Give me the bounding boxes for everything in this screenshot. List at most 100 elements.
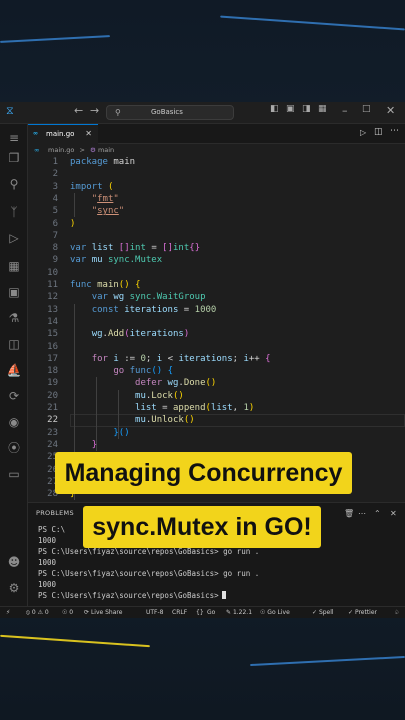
language-braces-status[interactable]: {} [196,607,204,618]
close-icon[interactable]: ✕ [386,104,395,117]
explorer-icon[interactable]: ❐ [6,150,22,166]
source-control-icon[interactable]: ᛉ [6,204,22,220]
close-panel-icon[interactable]: ✕ [390,509,397,518]
line-number: 9 [52,255,58,266]
symbol-icon: ⚙ [90,146,96,154]
code-line: var list []int = []int{} [70,243,201,254]
comments-icon[interactable]: ▭ [6,466,22,482]
activity-bar: ≡ ❐ ⚲ ᛉ ▷ ▦ ▣ ⚗ ◫ ⛵ ⟳ ◉ ⦿ ▭ ☻ ⚙ [0,124,28,606]
live-share-icon[interactable]: ⟳ [6,388,22,404]
line-number: 2 [52,169,58,180]
decorative-line [0,35,110,43]
testing-icon[interactable]: ⚗ [6,310,22,326]
docker-icon[interactable]: ⛵ [6,362,22,378]
remote-indicator-icon[interactable]: ⚡ [6,607,10,618]
code-line: ) [70,218,76,229]
status-bar: ⚡ ⦸ 0 ⚠ 0 ☉ 0 ⟳ Live Share UTF-8 CRLF {}… [0,606,405,618]
live-share-status[interactable]: ⟳ Live Share [84,607,122,618]
go-file-icon: ∞ [33,130,38,137]
breadcrumb: ∞ main.go > ⚙ main [28,144,405,156]
notifications-bell-icon[interactable]: ♤ [394,607,399,618]
panel-tab-problems[interactable]: PROBLEMS [36,509,74,517]
line-number: 17 [47,353,58,364]
terminal-line: 1000 [38,580,57,589]
line-number: 23 [47,427,58,438]
breadcrumb-separator: > [79,146,85,154]
forward-arrow-icon[interactable]: → [90,104,99,117]
more-icon[interactable]: ⋯ [358,509,366,518]
maximize-icon[interactable]: □ [362,104,371,114]
spell-status[interactable]: ✓ Spell [312,607,334,618]
code-editor[interactable]: 1 2 3 4 5 6 7 8 9 10 11 12 13 14 15 16 17 18 19 20 21 22 23 24 2… [28,156,405,502]
settings-gear-icon[interactable]: ⚙ [6,580,22,596]
maximize-panel-icon[interactable]: ⌃ [374,509,381,518]
line-number: 22 [47,415,58,426]
command-center-label: GoBasics [151,108,183,116]
language-status[interactable]: Go [207,607,215,618]
terminal-line: 1000 [38,536,57,545]
code-line: list = append(list, 1) [135,403,255,413]
decorative-line [220,15,405,31]
code-line: import ( [70,181,114,192]
run-icon[interactable]: ▷ [360,128,366,137]
github-icon[interactable]: ◉ [6,414,22,430]
line-number: 1 [52,157,58,167]
line-number: 11 [47,280,58,290]
go-file-icon: ∞ [34,146,40,154]
terminal-line: PS C:\ [38,525,66,534]
tab-main-go[interactable]: ∞ main.go ✕ [28,124,98,144]
layout-secondary-icon[interactable]: ◨ [302,104,311,114]
line-number: 24 [47,439,58,450]
line-number: 10 [47,267,58,278]
title-bar: ⧖ ← → ⚲ GoBasics ◧ ▣ ◨ ▦ – □ ✕ [0,102,405,124]
command-center-search[interactable]: ⚲ GoBasics [106,105,234,120]
prettier-status[interactable]: ✓ Prettier [348,607,377,618]
close-tab-icon[interactable]: ✕ [85,125,92,143]
subtitle-banner: sync.Mutex in GO! [83,506,321,548]
line-number: 18 [47,366,58,377]
line-number: 4 [52,193,58,204]
breadcrumb-file[interactable]: main.go [48,146,74,154]
code-line: mu.Unlock() [135,415,195,426]
terminal-cursor [221,591,226,599]
code-line: wg.Add(iterations) [91,329,190,340]
containers-icon[interactable]: ◫ [6,336,22,352]
back-arrow-icon[interactable]: ← [74,104,83,117]
go-version-status[interactable]: ✎ 1.22.1 [226,607,252,618]
tab-bar: ∞ main.go ✕ ▷ ◫ ⋯ [28,124,405,144]
go-live-status[interactable]: ☉ Go Live [260,607,290,618]
encoding-status[interactable]: UTF-8 [146,607,164,618]
layout-panel-icon[interactable]: ▣ [286,104,295,114]
line-number: 27 [47,476,58,487]
layout-sidebar-icon[interactable]: ◧ [270,104,279,114]
code-line: var mu sync.Mutex [70,255,163,266]
layout-customize-icon[interactable]: ▦ [318,104,327,114]
breadcrumb-symbol[interactable]: main [98,146,114,154]
ports-status[interactable]: ☉ 0 [62,607,73,618]
accounts-icon[interactable]: ☻ [6,554,22,570]
code-line: "sync" [91,206,125,217]
title-banner: Managing Concurrency [55,452,352,494]
line-number: 8 [52,243,58,254]
eol-status[interactable]: CRLF [172,607,187,618]
minimize-icon[interactable]: – [342,104,348,117]
trash-icon[interactable]: 🗑 [344,509,354,518]
split-editor-icon[interactable]: ◫ [374,127,383,137]
code-line: defer wg.Done() [135,378,217,389]
line-number: 20 [47,390,58,401]
line-number: 19 [47,378,58,389]
search-icon: ⚲ [115,108,121,117]
line-number: 7 [52,230,58,241]
run-debug-icon[interactable]: ▷ [6,230,22,246]
search-icon[interactable]: ⚲ [6,176,22,192]
vscode-logo-icon: ⧖ [6,104,14,117]
line-number: 16 [47,341,58,352]
menu-icon[interactable]: ≡ [6,130,22,146]
problems-status[interactable]: ⦸ 0 ⚠ 0 [26,607,49,618]
extensions-icon[interactable]: ▦ [6,258,22,274]
line-number: 28 [47,489,58,500]
remote-explorer-icon[interactable]: ▣ [6,284,22,300]
line-number: 6 [52,218,58,229]
edge-icon[interactable]: ⦿ [6,440,22,456]
more-actions-icon[interactable]: ⋯ [390,126,399,136]
